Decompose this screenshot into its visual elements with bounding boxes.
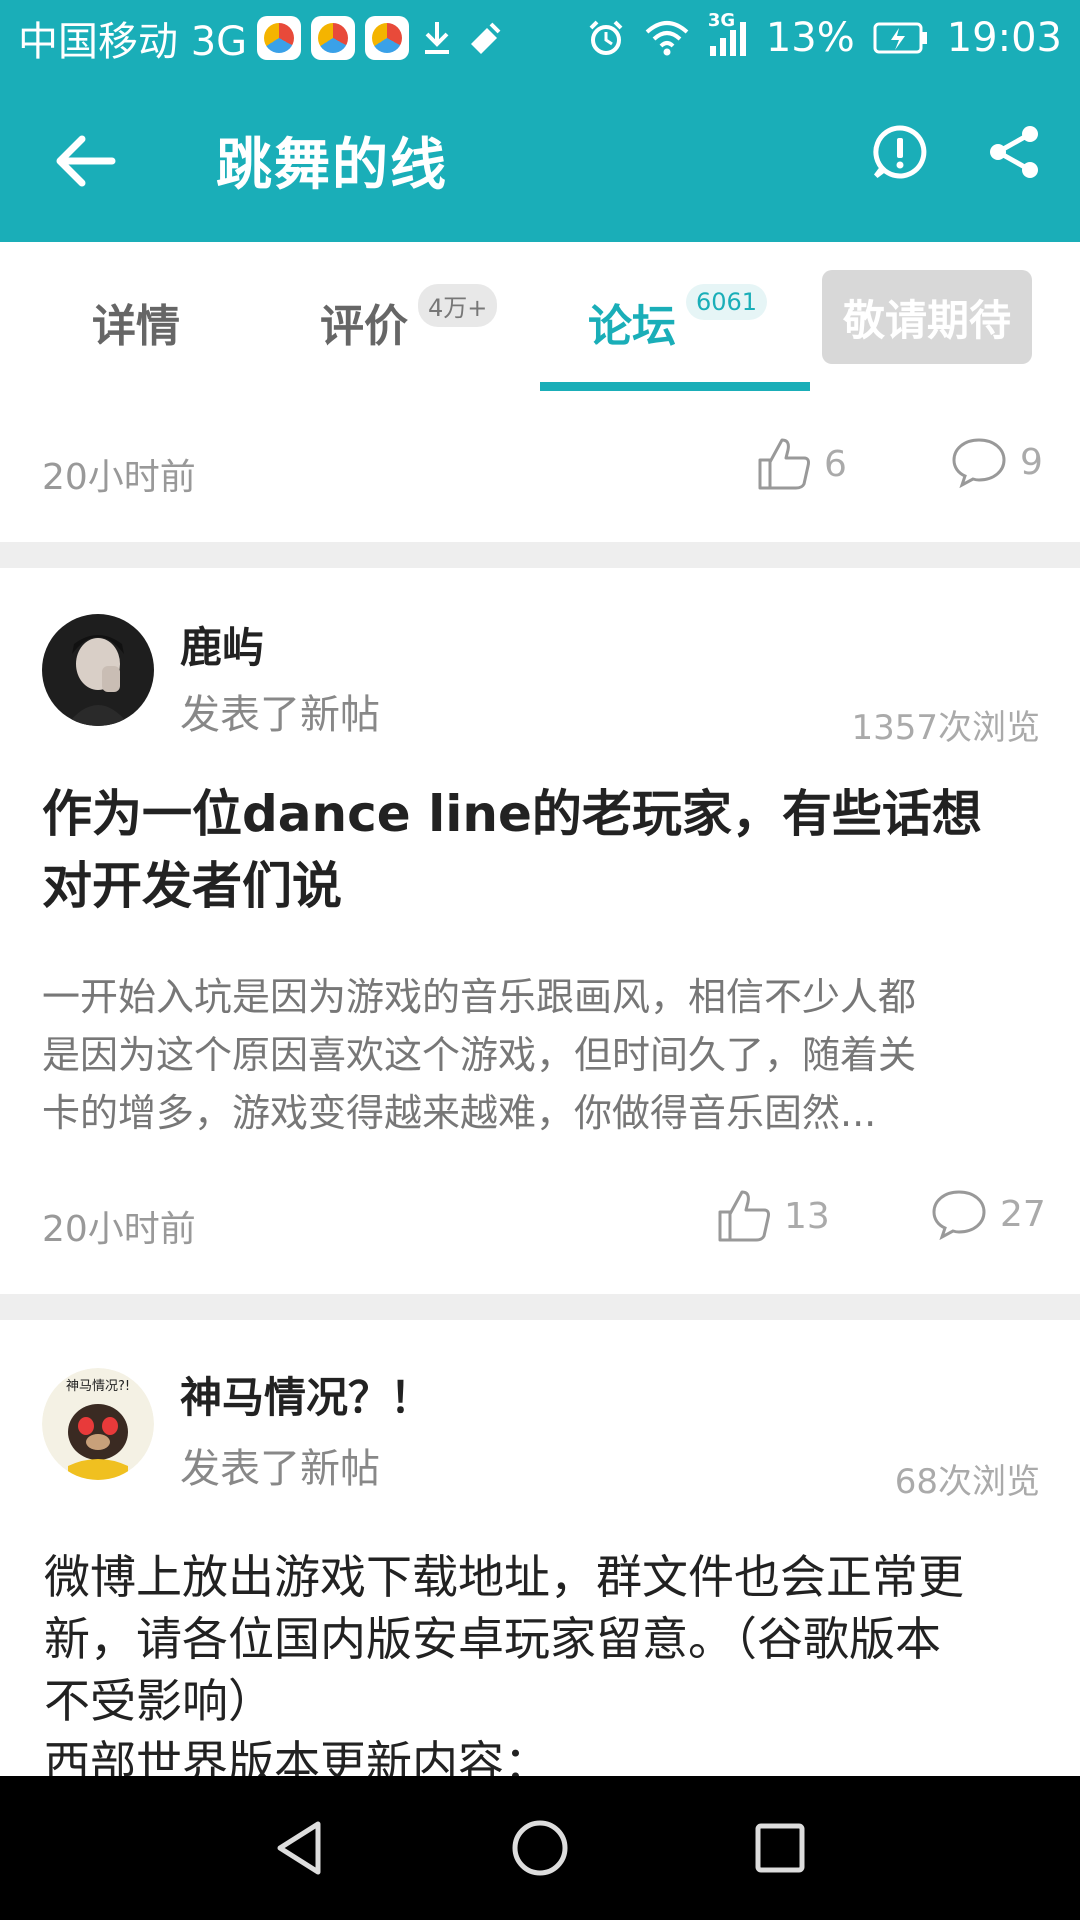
post-image-preview[interactable]: 微博上放出游戏下载地址，群文件也会正常更 新，请各位国内版安卓玩家留意。（谷歌版…: [0, 1526, 1080, 1776]
post-excerpt: 一开始入坑是因为游戏的音乐跟画风，相信不少人都 是因为这个原因喜欢这个游戏，但时…: [42, 968, 1042, 1142]
nav-back-icon[interactable]: [270, 1818, 330, 1878]
back-arrow-icon[interactable]: [52, 126, 122, 196]
network-type-label: 3G: [707, 10, 736, 31]
post-time: 20小时前: [42, 457, 196, 498]
coming-soon-button[interactable]: 敬请期待: [822, 270, 1032, 364]
preview-line: 不受影响）: [44, 1674, 274, 1728]
system-nav-bar: [0, 1776, 1080, 1920]
tab-reviews[interactable]: 评价 4万+: [320, 284, 498, 354]
section-divider: [0, 1294, 1080, 1320]
tab-label: 详情: [92, 301, 180, 352]
share-icon[interactable]: [986, 124, 1042, 180]
notification-app-icon: [257, 16, 302, 60]
view-count: 68次浏览: [894, 1462, 1040, 1502]
excerpt-line: 是因为这个原因喜欢这个游戏，但时间久了，随着关: [42, 1033, 917, 1077]
tab-bar: 详情 评价 4万+ 论坛 6061 敬请期待: [0, 242, 1080, 392]
thumbs-up-icon: [758, 438, 810, 490]
post-footer: 20小时前 13 27: [0, 1172, 1080, 1272]
alarm-icon: [586, 18, 626, 58]
post-author[interactable]: 鹿屿: [180, 614, 264, 675]
tab-label: 评价: [320, 301, 408, 352]
preview-line: 微博上放出游戏下载地址，群文件也会正常更: [44, 1550, 964, 1604]
comment-button[interactable]: 27: [930, 1188, 1046, 1240]
post-title-line: 对开发者们说: [42, 857, 342, 915]
avatar[interactable]: 神马情况?!: [42, 1368, 154, 1480]
tab-forum[interactable]: 论坛 6061: [588, 284, 768, 354]
cleaner-icon: [465, 18, 505, 58]
battery-percent: 13%: [765, 15, 855, 61]
comment-count: 9: [1020, 441, 1043, 483]
post-time: 20小时前: [42, 1209, 196, 1250]
like-count: 6: [824, 443, 847, 485]
cell-signal-icon: 3G: [708, 10, 748, 58]
clipped-text-line: [0, 1526, 964, 1546]
like-button[interactable]: 13: [716, 1188, 830, 1244]
preview-line: 新，请各位国内版安卓玩家留意。（谷歌版本: [44, 1612, 941, 1666]
comment-button[interactable]: 9: [950, 436, 1043, 488]
avatar[interactable]: [42, 614, 154, 726]
post-author[interactable]: 神马情况？！: [180, 1364, 432, 1425]
comment-count: 27: [1000, 1193, 1046, 1235]
page-title: 跳舞的线: [216, 133, 448, 198]
excerpt-line: 一开始入坑是因为游戏的音乐跟画风，相信不少人都: [42, 975, 917, 1019]
excerpt-line: 卡的增多，游戏变得越来越难，你做得音乐固然...: [42, 1091, 877, 1135]
app-bar: 跳舞的线: [0, 76, 1080, 242]
like-count: 13: [784, 1195, 830, 1237]
post-footer: 20小时前 6 9: [0, 420, 1080, 520]
comment-icon: [952, 438, 1006, 488]
tab-label: 论坛: [588, 301, 676, 352]
notification-app-icon: [311, 16, 356, 60]
clock: 19:03: [946, 15, 1062, 61]
section-divider: [0, 542, 1080, 568]
post-action: 发表了新帖: [180, 1446, 380, 1492]
active-tab-indicator: [540, 382, 810, 391]
avatar-caption: 神马情况?!: [66, 1379, 130, 1394]
post-action: 发表了新帖: [180, 692, 380, 738]
wifi-icon: [644, 18, 690, 58]
forum-post[interactable]: 神马情况?! 神马情况？！ 发表了新帖 68次浏览 微博上放出游戏下载地址，群文…: [0, 1320, 1080, 1776]
report-icon[interactable]: [872, 124, 928, 180]
notification-app-icon: [365, 16, 410, 60]
view-count: 1357次浏览: [851, 708, 1040, 748]
battery-charging-icon: [873, 20, 929, 56]
like-button[interactable]: 6: [756, 436, 847, 492]
post-title-line: 作为一位dance line的老玩家，有些话想: [42, 785, 982, 843]
nav-home-icon[interactable]: [510, 1818, 570, 1878]
thumbs-up-icon: [718, 1190, 770, 1242]
tab-details[interactable]: 详情: [92, 290, 180, 354]
preview-line: 西部世界版本更新内容：: [44, 1736, 550, 1776]
comment-icon: [932, 1190, 986, 1240]
nav-recents-icon[interactable]: [750, 1818, 810, 1878]
status-bar: 中国移动 3G 3G 13% 19:03: [0, 0, 1080, 76]
post-title[interactable]: 作为一位dance line的老玩家，有些话想 对开发者们说: [42, 778, 1042, 922]
carrier-label: 中国移动 3G: [18, 19, 248, 65]
tab-count-badge: 4万+: [418, 284, 498, 327]
tab-count-badge: 6061: [686, 284, 768, 320]
forum-post[interactable]: 鹿屿 发表了新帖 1357次浏览 作为一位dance line的老玩家，有些话想…: [0, 568, 1080, 1292]
download-icon: [419, 18, 455, 58]
